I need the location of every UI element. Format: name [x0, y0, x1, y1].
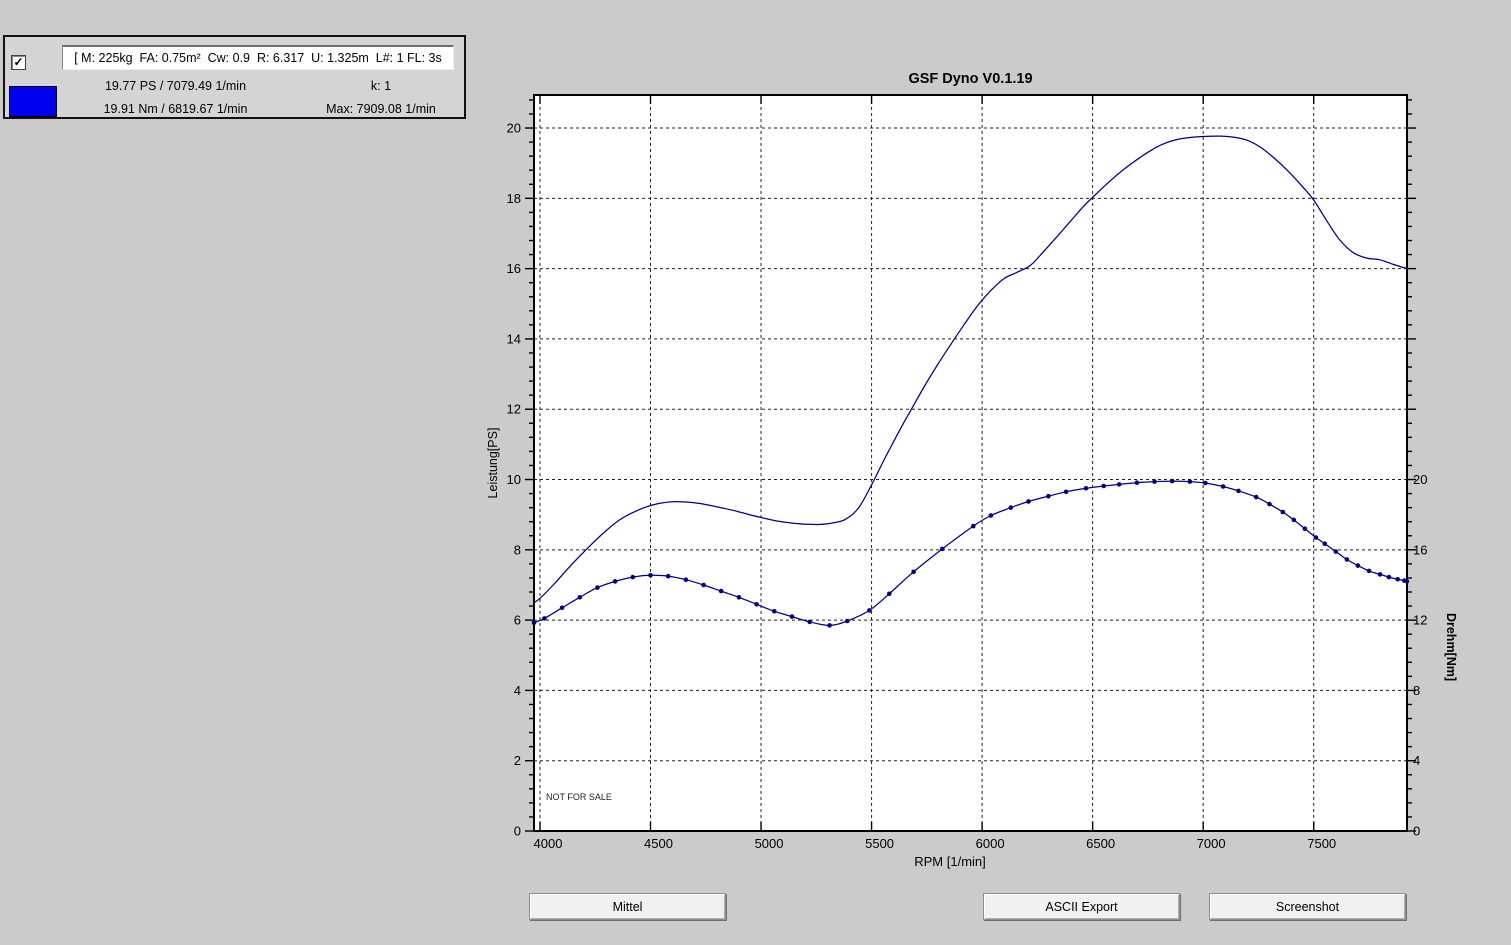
screenshot-button[interactable]: Screenshot	[1209, 893, 1406, 920]
k-factor-readout: k: 1	[301, 79, 461, 93]
left-axis-label: Leistung[PS]	[486, 428, 500, 499]
svg-text:6500: 6500	[1086, 836, 1115, 851]
plot-area	[534, 95, 1407, 831]
right-axis-label: Drehm[Nm]	[1444, 613, 1458, 681]
svg-text:4: 4	[514, 683, 521, 698]
svg-text:4500: 4500	[644, 836, 673, 851]
watermark-text: NOT FOR SALE	[546, 792, 612, 802]
dyno-chart: 0 2 4 6 8 10 12 14 16 18 20 0 4 8 12 16 20 4000 4500 5000 55…	[0, 0, 1511, 945]
svg-text:12: 12	[507, 402, 521, 417]
svg-text:16: 16	[1413, 542, 1427, 557]
svg-text:6000: 6000	[976, 836, 1005, 851]
svg-text:12: 12	[1413, 613, 1427, 628]
svg-text:8: 8	[1413, 683, 1420, 698]
run-parameters-input[interactable]: [ M: 225kg FA: 0.75m² Cw: 0.9 R: 6.317 U…	[62, 45, 454, 70]
series-color-swatch	[9, 86, 57, 117]
chart-title: GSF Dyno V0.1.19	[908, 71, 1032, 87]
svg-text:0: 0	[514, 824, 521, 839]
x-axis-label: RPM [1/min]	[914, 854, 986, 869]
svg-text:18: 18	[507, 191, 521, 206]
svg-text:7500: 7500	[1307, 836, 1336, 851]
svg-text:4: 4	[1413, 753, 1420, 768]
max-rpm-readout: Max: 7909.08 1/min	[301, 102, 461, 116]
svg-text:20: 20	[1413, 472, 1427, 487]
svg-text:8: 8	[514, 542, 521, 557]
run-info-panel: ✓ [ M: 225kg FA: 0.75m² Cw: 0.9 R: 6.317…	[3, 35, 466, 119]
svg-text:5500: 5500	[865, 836, 894, 851]
svg-text:6: 6	[514, 613, 521, 628]
svg-text:5000: 5000	[755, 836, 784, 851]
svg-text:14: 14	[507, 331, 521, 346]
run-enabled-checkbox[interactable]: ✓	[11, 55, 26, 70]
peak-power-readout: 19.77 PS / 7079.49 1/min	[63, 79, 288, 93]
svg-text:0: 0	[1413, 824, 1420, 839]
svg-text:20: 20	[507, 121, 521, 136]
svg-text:16: 16	[507, 261, 521, 276]
svg-text:7000: 7000	[1197, 836, 1226, 851]
svg-text:10: 10	[507, 472, 521, 487]
mittel-button[interactable]: Mittel	[529, 893, 726, 920]
gsf-dyno-window: { "window": { "background": "#cbcbcb" },…	[0, 0, 1511, 945]
svg-text:4000: 4000	[534, 836, 563, 851]
ascii-export-button[interactable]: ASCII Export	[983, 893, 1180, 920]
peak-torque-readout: 19.91 Nm / 6819.67 1/min	[63, 102, 288, 116]
svg-text:2: 2	[514, 753, 521, 768]
